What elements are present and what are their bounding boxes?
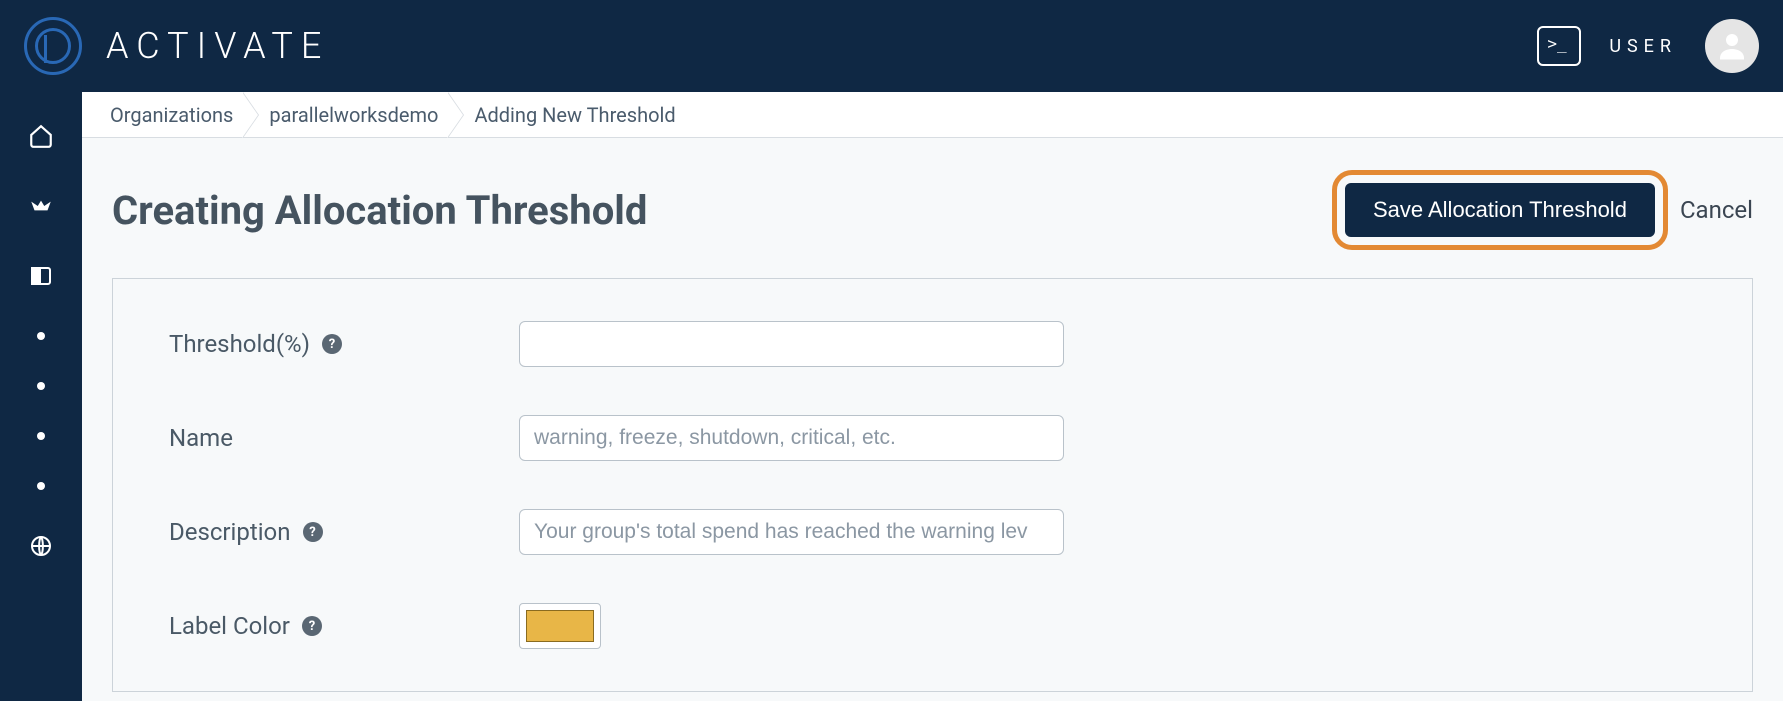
sidebar-dot-4[interactable] bbox=[37, 482, 45, 490]
terminal-icon[interactable]: >_ bbox=[1537, 26, 1581, 66]
inbox-icon[interactable] bbox=[27, 192, 55, 220]
threshold-label-text: Threshold(%) bbox=[169, 330, 310, 358]
breadcrumb: Organizations parallelworksdemo Adding N… bbox=[82, 92, 1783, 138]
cancel-button[interactable]: Cancel bbox=[1680, 196, 1753, 224]
header-left: ACTIVATE bbox=[24, 17, 329, 75]
sidebar-dot-1[interactable] bbox=[37, 332, 45, 340]
description-label: Description ? bbox=[169, 518, 519, 546]
panel-icon[interactable] bbox=[27, 262, 55, 290]
color-swatch-fill bbox=[526, 610, 594, 642]
threshold-input[interactable] bbox=[519, 321, 1064, 367]
breadcrumb-org-name[interactable]: parallelworksdemo bbox=[251, 103, 456, 127]
name-label-text: Name bbox=[169, 424, 233, 452]
label-color-swatch[interactable] bbox=[519, 603, 601, 649]
page-title: Creating Allocation Threshold bbox=[112, 187, 647, 234]
home-icon[interactable] bbox=[27, 122, 55, 150]
sidebar-dot-2[interactable] bbox=[37, 382, 45, 390]
help-icon[interactable]: ? bbox=[322, 334, 342, 354]
globe-icon[interactable] bbox=[27, 532, 55, 560]
content-area: Organizations parallelworksdemo Adding N… bbox=[82, 92, 1783, 701]
header-right: >_ USER bbox=[1537, 19, 1759, 73]
label-color-label: Label Color ? bbox=[169, 612, 519, 640]
save-button[interactable]: Save Allocation Threshold bbox=[1345, 183, 1655, 237]
sidebar bbox=[0, 92, 82, 701]
description-label-text: Description bbox=[169, 518, 291, 546]
user-label: USER bbox=[1609, 36, 1677, 57]
help-icon[interactable]: ? bbox=[303, 522, 323, 542]
breadcrumb-organizations[interactable]: Organizations bbox=[110, 103, 251, 127]
sidebar-dot-3[interactable] bbox=[37, 432, 45, 440]
breadcrumb-current: Adding New Threshold bbox=[456, 103, 693, 127]
help-icon[interactable]: ? bbox=[302, 616, 322, 636]
description-input[interactable] bbox=[519, 509, 1064, 555]
avatar[interactable] bbox=[1705, 19, 1759, 73]
label-color-label-text: Label Color bbox=[169, 612, 290, 640]
name-label: Name bbox=[169, 424, 519, 452]
brand-name: ACTIVATE bbox=[106, 25, 329, 67]
name-input[interactable] bbox=[519, 415, 1064, 461]
logo-icon[interactable] bbox=[24, 17, 82, 75]
app-header: ACTIVATE >_ USER bbox=[0, 0, 1783, 92]
save-button-highlight: Save Allocation Threshold bbox=[1332, 170, 1668, 250]
threshold-label: Threshold(%) ? bbox=[169, 330, 519, 358]
form-panel: Threshold(%) ? Name Description ? bbox=[112, 278, 1753, 692]
